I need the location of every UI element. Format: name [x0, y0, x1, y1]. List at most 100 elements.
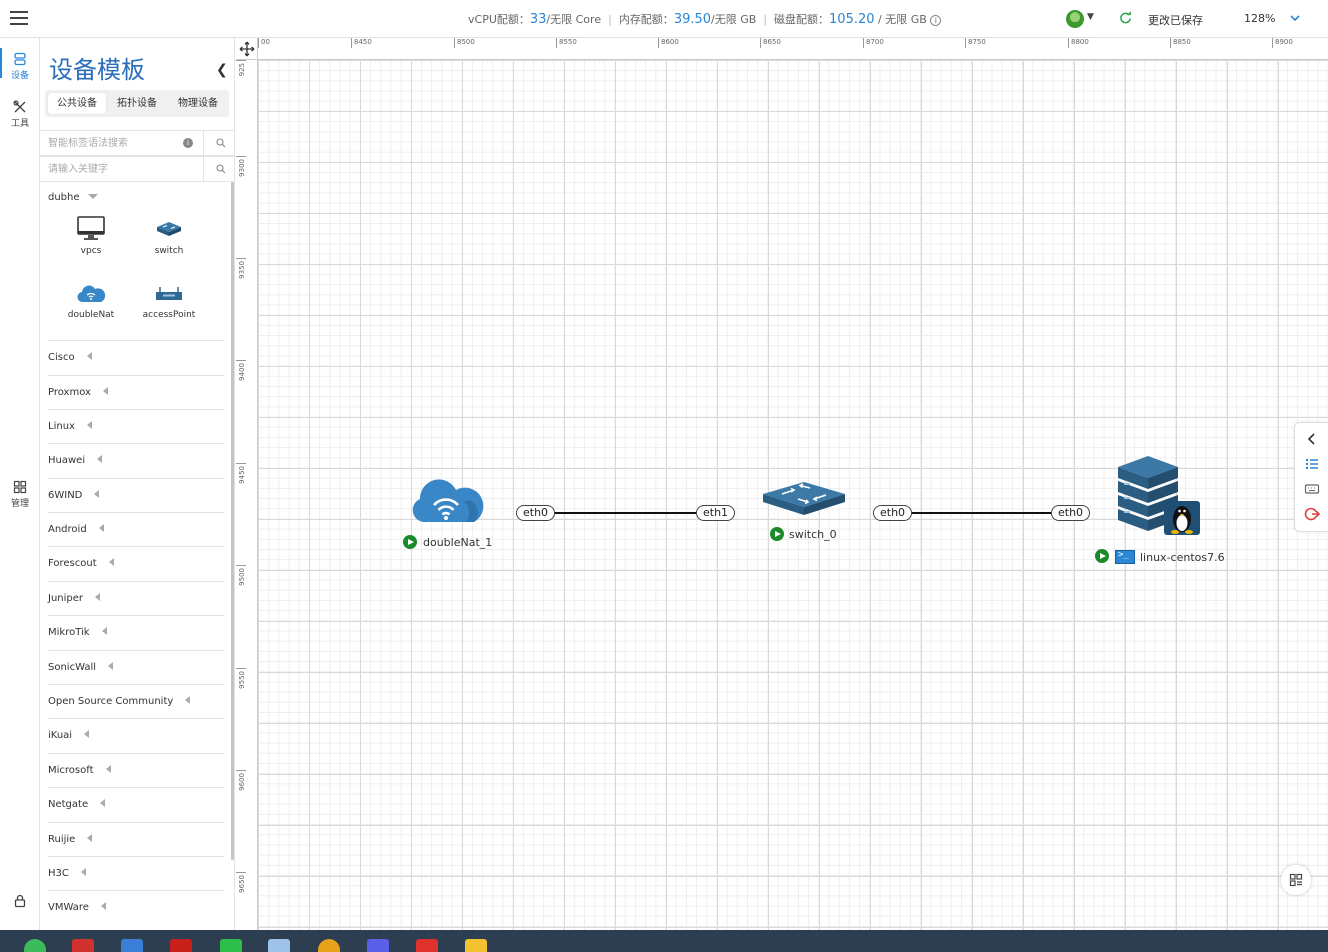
avatar[interactable]	[1066, 10, 1084, 28]
node-doublenat[interactable]	[404, 472, 490, 526]
zoom-level[interactable]: 128%	[1244, 12, 1275, 25]
info-icon[interactable]: i	[930, 15, 942, 26]
taskbar-app-icon[interactable]	[318, 939, 340, 952]
caret-left-icon	[108, 662, 114, 670]
group-dubhe[interactable]: dubhe	[48, 192, 98, 203]
tab-physical-devices[interactable]: 物理设备	[169, 93, 227, 114]
vendor-vmware[interactable]: VMWare	[48, 890, 224, 924]
vcpu-suffix: /无限 Core	[546, 13, 602, 26]
keyboard-icon[interactable]	[1304, 481, 1320, 497]
taskbar-app-icon[interactable]	[416, 939, 438, 952]
device-accesspoint[interactable]: accessPoint	[134, 282, 204, 320]
keyword-search-input[interactable]	[40, 157, 202, 181]
top-bar: vCPU配额：33/无限 Core | 内存配额：39.50/无限 GB | 磁盘配额：…	[0, 0, 1328, 38]
exit-icon[interactable]	[1304, 506, 1320, 522]
vendor-linux[interactable]: Linux	[48, 409, 224, 443]
rail-item-manage[interactable]: 管理	[0, 480, 40, 509]
vcpu-label: vCPU配额：	[468, 13, 530, 26]
collapse-icon[interactable]: ❮	[216, 62, 228, 78]
rail-label: 工具	[10, 119, 29, 129]
vendor-cisco[interactable]: Cisco	[48, 340, 224, 374]
taskbar-app-icon[interactable]	[170, 939, 192, 952]
vendor-label: iKuai	[48, 730, 73, 741]
device-vpcs[interactable]: vpcs	[56, 216, 126, 256]
lock-icon	[14, 894, 26, 908]
tab-public-devices[interactable]: 公共设备	[48, 93, 106, 114]
grid-icon	[13, 480, 27, 494]
taskbar-app-icon[interactable]	[121, 939, 143, 952]
rail-label: 设备	[10, 71, 29, 81]
port-label[interactable]: eth0	[516, 505, 556, 521]
vendor-6wind[interactable]: 6WIND	[48, 478, 224, 512]
save-status: 更改已保存	[1148, 14, 1203, 27]
info-icon[interactable]: i	[183, 138, 193, 148]
monitor-icon	[77, 216, 105, 240]
port-label[interactable]: eth0	[1051, 505, 1091, 521]
vendor-label: Android	[48, 524, 87, 535]
vendor-ikuai[interactable]: iKuai	[48, 718, 224, 752]
start-node-button[interactable]	[770, 527, 784, 541]
taskbar-app-icon[interactable]	[24, 939, 46, 952]
start-node-button[interactable]	[403, 535, 417, 549]
server-icon	[14, 52, 26, 66]
taskbar-app-icon[interactable]	[268, 939, 290, 952]
minimap-button[interactable]	[1281, 865, 1311, 895]
caret-left-icon	[86, 421, 92, 429]
vendor-juniper[interactable]: Juniper	[48, 581, 224, 615]
node-label: linux-centos7.6	[1140, 551, 1225, 564]
vendor-proxmox[interactable]: Proxmox	[48, 375, 224, 409]
vendor-label: Cisco	[48, 352, 75, 363]
list-icon[interactable]	[1304, 456, 1320, 472]
search-button[interactable]	[203, 131, 234, 155]
scrollbar[interactable]	[231, 182, 234, 860]
mem-suffix: /无限 GB	[711, 13, 757, 26]
chevron-down-icon[interactable]: ▼	[1087, 12, 1094, 22]
vendor-label: Linux	[48, 421, 75, 432]
device-switch[interactable]: switch	[134, 216, 204, 256]
vendor-label: Proxmox	[48, 387, 91, 398]
vendor-label: 6WIND	[48, 490, 83, 501]
start-node-button[interactable]	[1095, 549, 1109, 563]
disk-suffix: / 无限 GB	[874, 13, 927, 26]
rail-label: 管理	[10, 499, 29, 509]
tab-topology-devices[interactable]: 拓扑设备	[108, 93, 166, 114]
vendor-label: Juniper	[48, 593, 84, 604]
caret-left-icon	[102, 387, 108, 395]
chevron-left-icon[interactable]	[1304, 431, 1320, 447]
taskbar-app-icon[interactable]	[72, 939, 94, 952]
vendor-ruijie[interactable]: Ruijie	[48, 822, 224, 856]
menu-icon[interactable]	[10, 8, 28, 28]
taskbar-app-icon[interactable]	[367, 939, 389, 952]
template-tabs: 公共设备 拓扑设备 物理设备	[45, 90, 229, 117]
topology-canvas[interactable]: 00 8450 8500 8550 8600 8650 8700 8750 88…	[236, 38, 1328, 930]
vendor-android[interactable]: Android	[48, 512, 224, 546]
vendor-open-source-community[interactable]: Open Source Community	[48, 684, 224, 718]
divider: |	[608, 13, 612, 26]
vendor-label: Forescout	[48, 558, 97, 569]
taskbar-app-icon[interactable]	[220, 939, 242, 952]
chevron-down-icon[interactable]	[1289, 12, 1301, 24]
caret-left-icon	[105, 765, 111, 773]
port-label[interactable]: eth1	[696, 505, 736, 521]
node-switch[interactable]	[760, 479, 848, 519]
vendor-sonicwall[interactable]: SonicWall	[48, 650, 224, 684]
taskbar-app-icon[interactable]	[465, 939, 487, 952]
rail-item-tool[interactable]: 工具	[0, 100, 40, 129]
console-button[interactable]	[1115, 550, 1135, 564]
vendor-netgate[interactable]: Netgate	[48, 787, 224, 821]
lock-button[interactable]	[0, 894, 40, 910]
caret-left-icon	[101, 627, 107, 635]
node-linux-centos[interactable]	[1114, 453, 1204, 537]
vendor-h3c[interactable]: H3C	[48, 856, 224, 890]
vendor-forescout[interactable]: Forescout	[48, 546, 224, 580]
search-button[interactable]	[203, 157, 234, 181]
rail-item-device[interactable]: 设备	[0, 48, 40, 81]
port-label[interactable]: eth0	[873, 505, 913, 521]
caret-left-icon	[84, 730, 90, 738]
device-doublenat[interactable]: doubleNat	[56, 282, 126, 320]
caret-left-icon	[185, 696, 191, 704]
tag-search-input[interactable]	[40, 131, 202, 155]
vendor-microsoft[interactable]: Microsoft	[48, 753, 224, 787]
vendor-mikrotik[interactable]: MikroTik	[48, 615, 224, 649]
vendor-huawei[interactable]: Huawei	[48, 443, 224, 477]
